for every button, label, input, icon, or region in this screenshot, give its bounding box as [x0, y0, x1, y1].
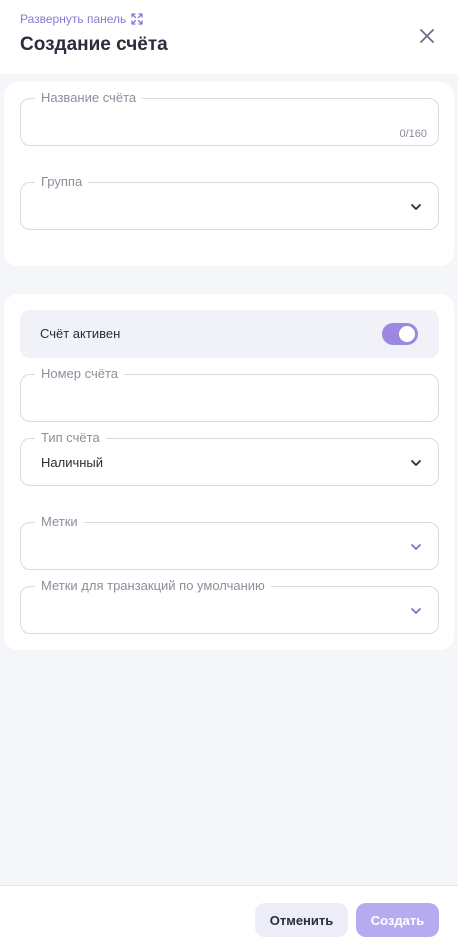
account-name-field[interactable]: Название счёта 0/160 [20, 90, 439, 146]
account-name-label: Название счёта [35, 90, 143, 106]
account-type-label: Тип счёта [35, 430, 106, 446]
default-transaction-tags-label: Метки для транзакций по умолчанию [35, 578, 271, 594]
create-button[interactable]: Создать [356, 903, 439, 937]
chevron-down-icon [411, 204, 421, 210]
chevron-down-icon [411, 460, 421, 466]
expand-panel-link[interactable]: Развернуть панель [20, 12, 143, 26]
panel-header: Развернуть панель Создание счёта [0, 0, 458, 74]
close-icon[interactable] [417, 26, 437, 46]
details-card: Счёт активен Номер счёта Тип счёта Налич… [4, 294, 454, 650]
group-select[interactable]: Группа [20, 174, 439, 230]
chevron-down-icon [411, 544, 421, 550]
account-type-select[interactable]: Тип счёта Наличный [20, 430, 439, 486]
page-title: Создание счёта [20, 34, 168, 55]
panel-footer: Отменить Создать [0, 885, 458, 950]
chevron-down-icon [411, 608, 421, 614]
account-number-label: Номер счёта [35, 366, 125, 382]
expand-panel-label: Развернуть панель [20, 12, 127, 26]
tags-select[interactable]: Метки [20, 514, 439, 570]
account-active-row: Счёт активен [20, 310, 439, 358]
account-number-field[interactable]: Номер счёта [20, 366, 439, 422]
cancel-button[interactable]: Отменить [255, 903, 348, 937]
character-counter: 0/160 [399, 128, 427, 140]
group-label: Группа [35, 174, 89, 190]
main-info-card: Название счёта 0/160 Группа [4, 82, 454, 266]
default-transaction-tags-select[interactable]: Метки для транзакций по умолчанию [20, 578, 439, 634]
account-type-value: Наличный [41, 455, 104, 470]
expand-icon [131, 13, 143, 25]
account-active-label: Счёт активен [40, 326, 121, 341]
account-active-toggle[interactable] [382, 323, 418, 345]
toggle-knob [399, 326, 415, 342]
tags-label: Метки [35, 514, 84, 530]
